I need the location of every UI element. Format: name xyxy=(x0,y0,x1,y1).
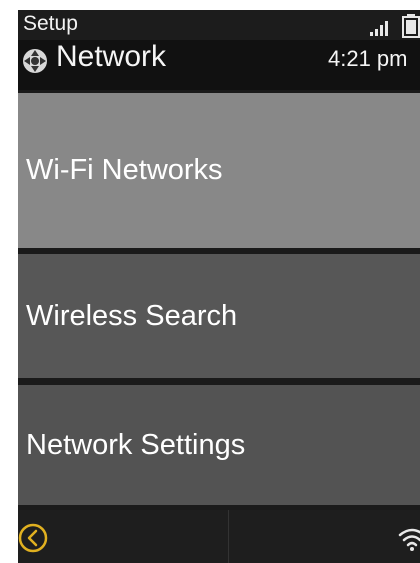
clock: 4:21 pm xyxy=(328,46,408,71)
menu-item-wifi-networks[interactable]: Wi-Fi Networks xyxy=(18,93,420,248)
menu-item-network-settings[interactable]: Network Settings xyxy=(18,385,420,505)
menu-item-wireless-search[interactable]: Wireless Search xyxy=(18,254,420,378)
footer-bar xyxy=(18,510,420,563)
wifi-icon xyxy=(398,528,420,551)
footer-divider xyxy=(228,510,229,563)
device-screen: Setup Network 4:21 pm Wi-Fi Networks Wir… xyxy=(18,10,420,563)
network-icon xyxy=(23,49,47,73)
signal-bars-icon xyxy=(370,21,388,36)
status-title: Setup xyxy=(23,12,78,35)
back-button[interactable] xyxy=(18,519,60,557)
menu-item-label: Wireless Search xyxy=(26,299,238,332)
menu-item-label: Network Settings xyxy=(26,428,246,461)
status-bar: Setup xyxy=(18,10,420,40)
menu-item-label: Wi-Fi Networks xyxy=(26,154,223,186)
battery-icon xyxy=(402,14,420,38)
header-bar: Network 4:21 pm xyxy=(18,40,420,90)
page-title: Network xyxy=(56,40,167,73)
